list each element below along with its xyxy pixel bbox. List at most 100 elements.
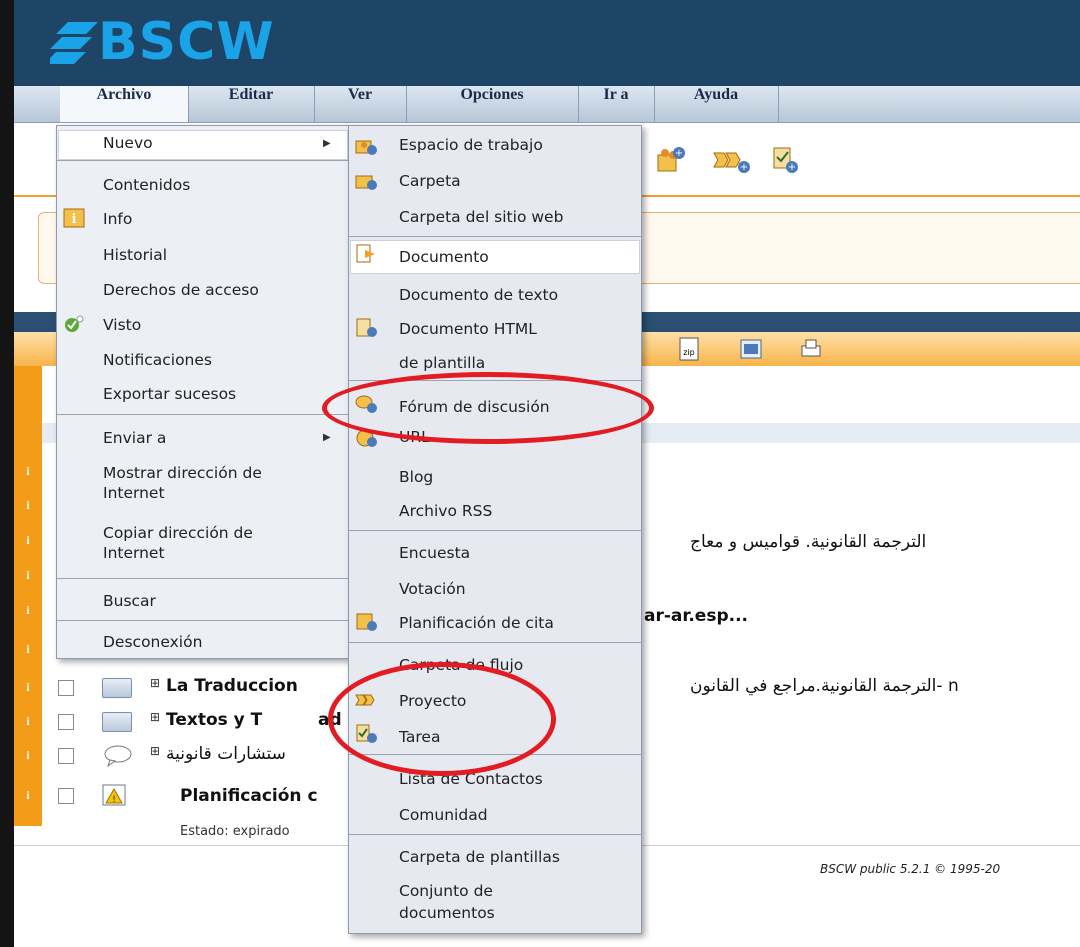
svg-text:+: + (788, 162, 796, 173)
menu-item-mostrar-direccion-line2[interactable]: Internet (103, 484, 165, 502)
menu-item-documento-highlight (350, 240, 640, 274)
folder-icon (102, 678, 132, 698)
list-item-title[interactable]: La Traduccion (166, 676, 298, 696)
menu-item-documento-de-texto[interactable]: Documento de texto (399, 286, 558, 304)
window-frame (0, 0, 14, 947)
list-item-title[interactable]: الترجمة القانونية. قواميس و معاج (690, 532, 926, 552)
appointment-icon (356, 613, 377, 631)
menu-archivo[interactable]: Archivo (60, 86, 189, 122)
folder-icon (102, 712, 132, 732)
menu-item-conjunto-de-documentos[interactable]: Conjunto de (399, 882, 493, 900)
expand-icon[interactable]: ⊞ (150, 676, 160, 690)
svg-text:i: i (72, 212, 77, 227)
row-info-icon[interactable]: i (14, 788, 42, 808)
menu-item-encuesta[interactable]: Encuesta (399, 544, 470, 562)
menu-item-documento-html-line2[interactable]: de plantilla (399, 354, 485, 372)
menu-item-carpeta-sitio-web[interactable]: Carpeta del sitio web (399, 208, 563, 226)
add-members-icon[interactable]: + (656, 145, 686, 175)
row-info-icon[interactable]: i (14, 568, 42, 588)
menu-item-copiar-direccion-line2[interactable]: Internet (103, 544, 165, 562)
nuevo-submenu: Espacio de trabajo Carpeta Carpeta del s… (348, 125, 642, 934)
info-icon: i (63, 208, 85, 228)
menu-item-documento[interactable]: Documento (399, 248, 489, 266)
folder-add-icon (355, 175, 377, 190)
archivo-menu: Nuevo ▶ Contenidos i Info Historial Dere… (56, 125, 350, 659)
menu-item-documento-html[interactable]: Documento HTML (399, 320, 537, 338)
menu-item-carpeta[interactable]: Carpeta (399, 172, 461, 190)
status-label: Estado: (180, 824, 229, 839)
menu-separator (57, 160, 349, 161)
menu-separator (57, 578, 349, 579)
expand-icon[interactable]: ⊞ (150, 744, 160, 758)
menu-item-votacion[interactable]: Votación (399, 580, 466, 598)
menu-ir-a[interactable]: Ir a (578, 86, 655, 122)
list-item-title[interactable]: Planificación c (180, 786, 318, 806)
menu-item-espacio-de-trabajo[interactable]: Espacio de trabajo (399, 136, 543, 154)
menu-item-comunidad[interactable]: Comunidad (399, 806, 488, 824)
menu-item-carpeta-de-plantillas[interactable]: Carpeta de plantillas (399, 848, 560, 866)
add-task-icon[interactable]: + (770, 145, 800, 175)
menu-item-enviar-a[interactable]: Enviar a (103, 429, 166, 447)
menu-item-visto[interactable]: Visto (103, 316, 141, 334)
menu-item-copiar-direccion[interactable]: Copiar dirección de (103, 524, 253, 542)
menu-separator (349, 530, 641, 531)
row-info-icon[interactable]: i (14, 642, 42, 662)
submenu-arrow-icon: ▶ (323, 138, 331, 149)
menu-separator (349, 236, 641, 237)
row-checkbox[interactable] (58, 748, 74, 764)
menu-item-exportar-sucesos[interactable]: Exportar sucesos (103, 385, 236, 403)
speech-bubble-icon (104, 745, 132, 768)
row-info-icon[interactable]: i (14, 464, 42, 484)
row-checkbox[interactable] (58, 788, 74, 804)
export-icon[interactable] (738, 336, 764, 362)
appointment-warning-icon: ! (102, 784, 126, 806)
footer-copyright: BSCW public 5.2.1 © 1995-20 (820, 862, 1001, 876)
row-info-icon[interactable]: i (14, 748, 42, 768)
menu-opciones[interactable]: Opciones (406, 86, 579, 122)
svg-text:+: + (675, 148, 683, 159)
add-project-icon[interactable]: + (712, 145, 752, 175)
menu-separator (349, 642, 641, 643)
highlight-oval-forum (322, 372, 654, 444)
menu-separator (349, 834, 641, 835)
expand-icon[interactable]: ⊞ (150, 710, 160, 724)
list-item-title[interactable]: ستشارات قانونية (166, 744, 286, 764)
bscw-logo-icon (50, 22, 98, 64)
menu-editar[interactable]: Editar (188, 86, 315, 122)
list-item-subtitle: الترجمة القانونية.مراجع في القانون- n (690, 676, 959, 696)
row-info-icon[interactable]: i (14, 680, 42, 700)
zip-icon[interactable]: zip (676, 336, 702, 362)
status-line: Estado: expirado (180, 824, 290, 839)
menu-item-nuevo[interactable]: Nuevo (103, 134, 153, 152)
menu-item-derechos-de-acceso[interactable]: Derechos de acceso (103, 281, 259, 299)
row-info-icon[interactable]: i (14, 714, 42, 734)
row-info-icon[interactable]: i (14, 533, 42, 553)
svg-text:!: ! (112, 795, 116, 805)
menu-item-buscar[interactable]: Buscar (103, 592, 156, 610)
document-upload-icon (356, 244, 375, 263)
menu-ver[interactable]: Ver (314, 86, 407, 122)
app-logo-text[interactable]: BSCW (98, 12, 275, 72)
submenu-arrow-icon: ▶ (323, 432, 331, 443)
menu-separator (57, 414, 349, 415)
row-checkbox[interactable] (58, 714, 74, 730)
row-checkbox[interactable] (58, 680, 74, 696)
menu-item-contenidos[interactable]: Contenidos (103, 176, 190, 194)
menu-item-blog[interactable]: Blog (399, 468, 433, 486)
menu-item-notificaciones[interactable]: Notificaciones (103, 351, 212, 369)
menu-item-mostrar-direccion[interactable]: Mostrar dirección de (103, 464, 262, 482)
menu-item-archivo-rss[interactable]: Archivo RSS (399, 502, 492, 520)
checked-visto-icon (65, 315, 84, 332)
menu-ayuda[interactable]: Ayuda (654, 86, 779, 122)
menu-item-info[interactable]: Info (103, 210, 132, 228)
menu-item-planificacion-de-cita[interactable]: Planificación de cita (399, 614, 554, 632)
menu-item-desconexion[interactable]: Desconexión (103, 633, 202, 651)
list-item-title[interactable]: ar-ar.esp... (644, 606, 748, 626)
menu-item-historial[interactable]: Historial (103, 246, 167, 264)
row-info-icon[interactable]: i (14, 498, 42, 518)
menu-item-conjunto-de-documentos-line2[interactable]: documentos (399, 904, 495, 922)
print-icon[interactable] (798, 336, 824, 362)
html-document-icon (356, 318, 377, 337)
row-info-icon[interactable]: i (14, 603, 42, 623)
list-item-title[interactable]: Textos y T (166, 710, 262, 730)
